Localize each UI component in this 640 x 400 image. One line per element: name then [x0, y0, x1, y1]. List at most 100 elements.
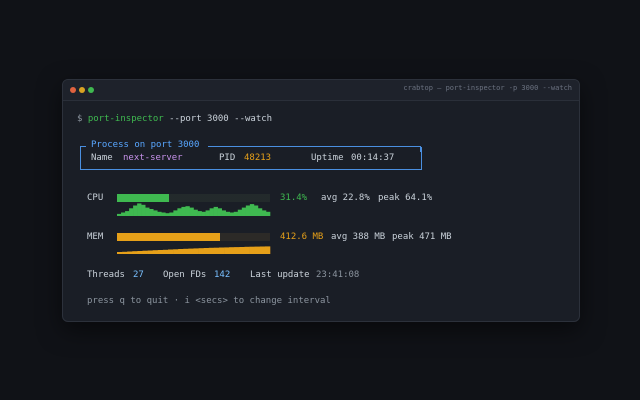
- mem-bar-fill: [117, 233, 220, 241]
- cpu-sparkline-bar: [225, 211, 231, 216]
- cpu-sparkline-bar: [165, 213, 170, 216]
- minimize-window-button[interactable]: [79, 87, 85, 93]
- mem-sparkline-bar: [188, 248, 194, 254]
- cpu-avg: avg 22.8%: [321, 193, 370, 203]
- cpu-sparkline-bar: [149, 209, 154, 216]
- process-name-value: next-server: [123, 153, 183, 163]
- mem-sparkline-bar: [137, 251, 143, 254]
- cpu-label: CPU: [87, 193, 104, 203]
- cpu-sparkline-bar: [257, 208, 263, 216]
- mem-peak: peak 471 MB: [392, 232, 452, 242]
- mem-sparkline-bar: [147, 250, 153, 254]
- process-name-label: Name: [91, 153, 113, 163]
- cpu-sparkline-bar: [249, 204, 255, 216]
- cpu-percent: 31.4%: [280, 193, 308, 203]
- mem-sparkline-bar: [234, 247, 240, 254]
- cpu-sparkline-bar: [181, 206, 186, 216]
- last-update-label: Last update: [250, 270, 310, 280]
- mem-label: MEM: [87, 232, 104, 242]
- cpu-sparkline-bar: [185, 206, 190, 216]
- mem-sparkline: [117, 246, 271, 254]
- mem-sparkline-bar: [239, 247, 245, 254]
- cpu-usage-bar: [117, 194, 270, 202]
- cpu-sparkline-bar: [141, 204, 146, 216]
- mem-sparkline-bar: [183, 248, 189, 254]
- command-args: --port 3000 --watch: [169, 114, 273, 124]
- cpu-sparkline-bar: [177, 208, 182, 216]
- mem-avg: avg 388 MB: [331, 232, 386, 242]
- mem-bar-remaining: [220, 233, 270, 241]
- mem-sparkline-bar: [122, 251, 128, 254]
- cpu-sparkline-bar: [205, 210, 210, 216]
- mem-sparkline-bar: [162, 249, 169, 254]
- command-line: $ port-inspector --port 3000 --watch: [77, 113, 272, 125]
- cpu-sparkline-bar: [145, 207, 150, 216]
- cpu-sparkline-bar: [253, 205, 259, 216]
- mem-value: 412.6 MB: [280, 232, 324, 242]
- cpu-sparkline-bar: [241, 207, 247, 216]
- mem-sparkline-bar: [219, 247, 225, 254]
- cpu-sparkline-bar: [173, 210, 178, 216]
- terminal-window: crabtop — port-inspector -p 3000 --watch…: [62, 79, 580, 322]
- cpu-sparkline-bar: [237, 209, 243, 216]
- cpu-peak: peak 64.1%: [378, 193, 433, 203]
- mem-sparkline-bar: [264, 246, 271, 254]
- keyboard-hint: press q to quit · i <secs> to change int…: [87, 296, 331, 306]
- window-title: crabtop — port-inspector -p 3000 --watch: [403, 84, 572, 92]
- pid-label: PID: [219, 153, 236, 163]
- mem-sparkline-bar: [213, 247, 220, 254]
- mem-sparkline-bar: [168, 249, 174, 254]
- mem-sparkline-bar: [173, 249, 179, 254]
- cpu-sparkline-bar: [133, 205, 138, 216]
- title-bar: crabtop — port-inspector -p 3000 --watch: [63, 80, 579, 101]
- cpu-bar-remaining: [169, 194, 270, 202]
- cpu-sparkline-bar: [233, 211, 239, 216]
- cpu-sparkline-bar: [193, 209, 198, 216]
- cpu-sparkline-bar: [221, 210, 227, 216]
- mem-sparkline-bar: [117, 252, 123, 254]
- mem-sparkline-bar: [229, 247, 235, 254]
- cpu-sparkline-bar: [229, 212, 235, 216]
- cpu-sparkline-bar: [261, 210, 267, 216]
- cpu-sparkline-bar: [189, 207, 194, 216]
- threads-value: 27: [133, 270, 144, 280]
- mem-sparkline-bar: [254, 246, 261, 254]
- mem-sparkline-bar: [249, 246, 255, 254]
- cpu-bar-fill: [117, 194, 169, 202]
- mem-sparkline-bar: [224, 247, 230, 254]
- mem-sparkline-bar: [208, 247, 215, 254]
- cpu-sparkline-bar: [117, 213, 122, 216]
- mem-sparkline-bar: [157, 250, 164, 254]
- mem-sparkline-bar: [152, 250, 159, 254]
- cpu-sparkline-bar: [125, 211, 130, 216]
- close-window-button[interactable]: [70, 87, 76, 93]
- maximize-window-button[interactable]: [88, 87, 94, 93]
- cpu-sparkline-bar: [217, 208, 222, 216]
- cpu-sparkline: [117, 203, 271, 216]
- command-program: port-inspector: [87, 114, 164, 124]
- mem-sparkline-bar: [132, 251, 138, 254]
- cpu-sparkline-bar: [157, 211, 162, 216]
- last-update-value: 23:41:08: [316, 270, 360, 280]
- open-fds-value: 142: [214, 270, 231, 280]
- cpu-sparkline-bar: [129, 208, 134, 216]
- mem-sparkline-bar: [259, 246, 266, 254]
- open-fds-label: Open FDs: [163, 270, 207, 280]
- uptime-label: Uptime: [311, 153, 344, 163]
- mem-sparkline-bar: [244, 246, 250, 254]
- cpu-sparkline-bar: [169, 212, 174, 216]
- cpu-sparkline-bar: [197, 211, 202, 216]
- mem-sparkline-bar: [198, 248, 204, 254]
- mem-usage-bar: [117, 233, 270, 241]
- cpu-sparkline-bar: [153, 210, 158, 216]
- mem-sparkline-bar: [127, 251, 133, 254]
- mem-sparkline-bar: [142, 250, 148, 254]
- shell-prompt: $: [77, 114, 83, 124]
- threads-label: Threads: [87, 270, 125, 280]
- process-box-title: Process on port 3000: [91, 140, 200, 150]
- uptime-value: 00:14:37: [351, 153, 395, 163]
- cpu-sparkline-bar: [245, 205, 251, 216]
- cpu-sparkline-bar: [265, 211, 271, 216]
- mem-sparkline-bar: [203, 248, 210, 254]
- cpu-sparkline-bar: [209, 208, 214, 216]
